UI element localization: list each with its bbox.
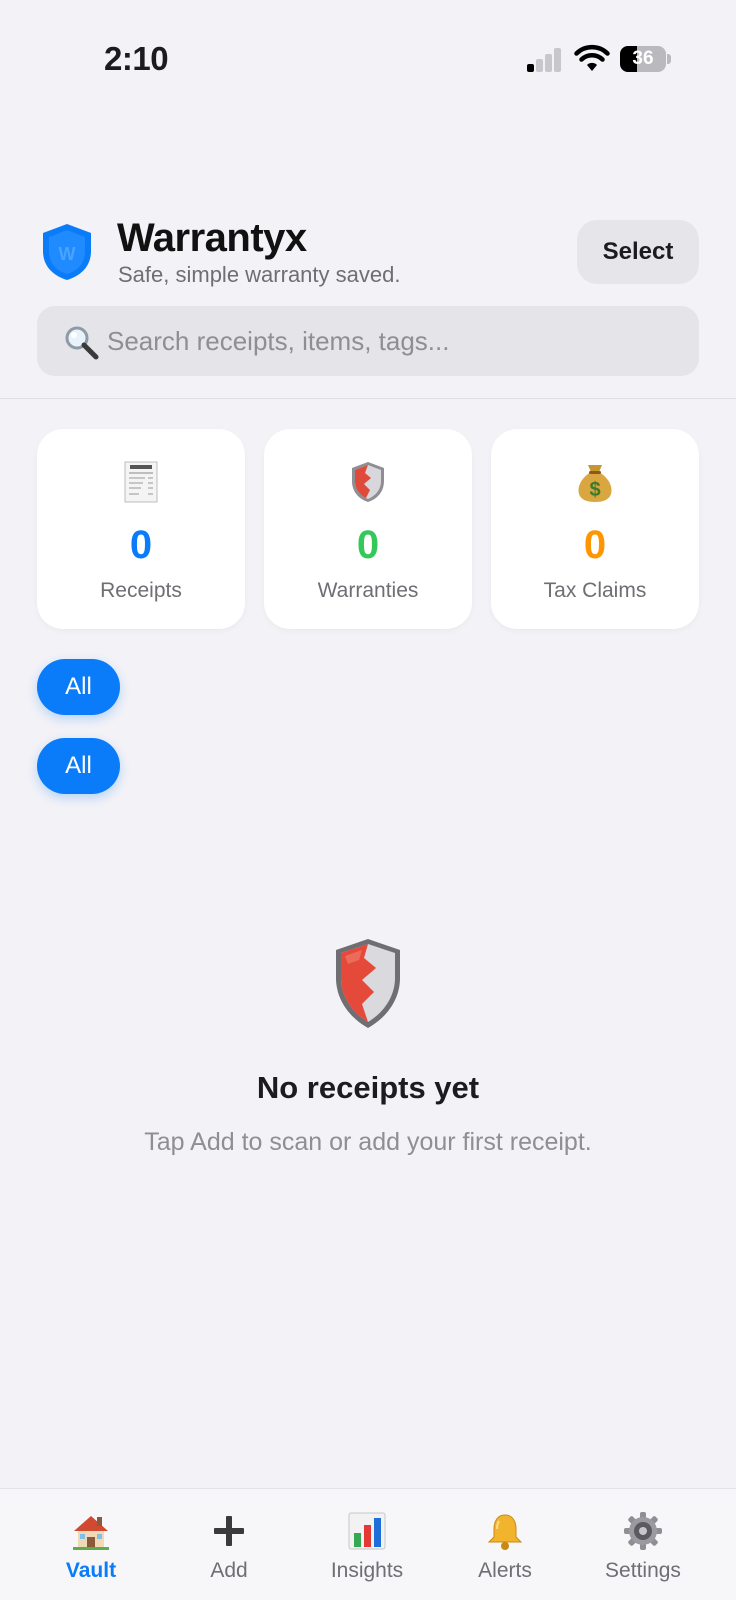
shield-icon bbox=[352, 462, 384, 502]
wifi-icon bbox=[574, 44, 610, 71]
filter-chip-all-secondary[interactable]: All bbox=[37, 738, 120, 794]
stat-card-receipts[interactable]: 0 Receipts bbox=[37, 429, 245, 629]
tax-claims-label: Tax Claims bbox=[543, 579, 647, 602]
app-title: Warrantyx bbox=[117, 216, 307, 260]
house-icon bbox=[73, 1516, 109, 1550]
receipts-label: Receipts bbox=[100, 579, 182, 602]
tab-bar: Vault Add Insights Alerts Settings bbox=[0, 1488, 736, 1600]
empty-state-title: No receipts yet bbox=[256, 1070, 480, 1105]
tab-vault-label: Vault bbox=[65, 1559, 117, 1582]
search-bar[interactable] bbox=[37, 306, 699, 376]
cellular-signal-icon bbox=[527, 48, 563, 72]
tab-insights-label: Insights bbox=[330, 1559, 404, 1582]
tab-insights[interactable]: Insights bbox=[307, 1489, 427, 1600]
status-time: 2:10 bbox=[104, 40, 169, 77]
money-bag-icon: $ bbox=[578, 465, 612, 502]
tax-claims-count: 0 bbox=[583, 523, 607, 567]
filter-chip-all[interactable]: All bbox=[37, 659, 120, 715]
gear-icon bbox=[624, 1512, 662, 1550]
tab-alerts[interactable]: Alerts bbox=[445, 1489, 565, 1600]
tab-add[interactable]: Add bbox=[169, 1489, 289, 1600]
search-input[interactable] bbox=[107, 306, 677, 376]
tab-settings-label: Settings bbox=[605, 1559, 681, 1582]
warranties-count: 0 bbox=[356, 523, 380, 567]
plus-icon bbox=[214, 1516, 244, 1546]
battery-level: 36 bbox=[632, 48, 654, 69]
shield-logo-icon: W bbox=[43, 224, 91, 280]
empty-state-shield-icon bbox=[336, 939, 400, 1028]
tab-settings[interactable]: Settings bbox=[583, 1489, 703, 1600]
header: W Warrantyx Safe, simple warranty saved.… bbox=[37, 212, 699, 288]
receipts-count: 0 bbox=[129, 523, 153, 567]
warranties-label: Warranties bbox=[317, 579, 419, 602]
tab-alerts-label: Alerts bbox=[478, 1559, 532, 1582]
divider bbox=[0, 398, 736, 399]
svg-text:$: $ bbox=[589, 479, 600, 501]
status-bar: 2:10 36 bbox=[0, 0, 736, 120]
tab-add-label: Add bbox=[210, 1559, 248, 1582]
battery-icon: 36 bbox=[620, 46, 671, 72]
app-subtitle: Safe, simple warranty saved. bbox=[118, 262, 401, 287]
stat-card-warranties[interactable]: 0 Warranties bbox=[264, 429, 472, 629]
tab-vault[interactable]: Vault bbox=[31, 1489, 151, 1600]
empty-state-message: Tap Add to scan or add your first receip… bbox=[144, 1128, 592, 1156]
select-button[interactable]: Select bbox=[577, 220, 699, 284]
stat-card-tax-claims[interactable]: $ 0 Tax Claims bbox=[491, 429, 699, 629]
receipt-icon bbox=[124, 461, 158, 503]
search-icon bbox=[65, 326, 99, 360]
logo-letter: W bbox=[59, 244, 76, 264]
bell-icon bbox=[487, 1514, 523, 1550]
bar-chart-icon bbox=[348, 1512, 386, 1550]
